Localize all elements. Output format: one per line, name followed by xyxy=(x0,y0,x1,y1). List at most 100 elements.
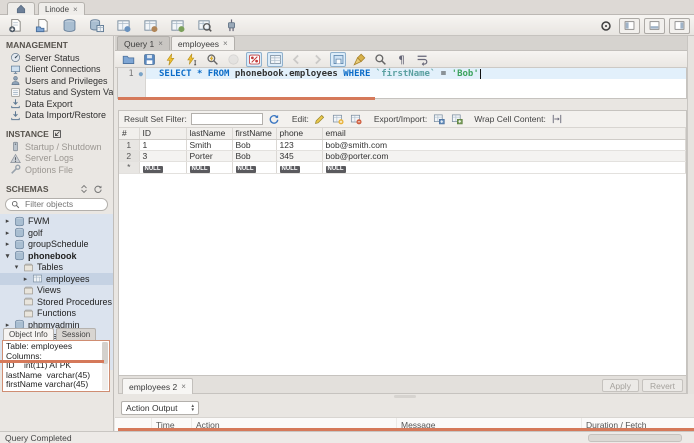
tree-node-fwm[interactable]: ▸ FWM xyxy=(0,216,113,228)
sidebar-item-data-import-restore[interactable]: Data Import/Restore xyxy=(0,110,113,122)
toggle-left-panel-icon[interactable] xyxy=(619,17,640,34)
delete-row-icon[interactable] xyxy=(349,112,364,126)
wrap-text-icon[interactable] xyxy=(414,52,430,67)
query-tab-query-1[interactable]: Query 1 × xyxy=(117,36,170,50)
expand-arrow-icon[interactable]: ▸ xyxy=(4,240,11,248)
collapse-arrow-icon[interactable]: ▾ xyxy=(13,263,20,271)
toggle-bottom-panel-icon[interactable] xyxy=(644,17,665,34)
row-number[interactable]: 2 xyxy=(119,150,140,162)
reconnect-dbms-icon[interactable] xyxy=(222,17,240,34)
tree-node-functions[interactable]: Functions xyxy=(0,308,113,320)
tree-node-golf[interactable]: ▸ golf xyxy=(0,227,113,239)
sidebar-item-users-and-privileges[interactable]: Users and Privileges xyxy=(0,75,113,87)
import-records-icon[interactable] xyxy=(449,112,464,126)
close-icon[interactable]: × xyxy=(181,382,186,391)
search-table-data-icon[interactable] xyxy=(195,17,213,34)
grid-cell[interactable]: NULL xyxy=(186,161,233,174)
stop-icon[interactable] xyxy=(225,52,241,67)
new-view-icon[interactable] xyxy=(114,17,132,34)
home-tab[interactable] xyxy=(7,2,35,15)
expand-arrow-icon[interactable]: ▸ xyxy=(22,275,29,283)
expand-arrow-icon[interactable]: ▸ xyxy=(4,217,11,225)
sidebar-item-server-logs[interactable]: Server Logs xyxy=(0,153,113,165)
tree-node-phonebook[interactable]: ▾ phonebook xyxy=(0,250,113,262)
schema-filter-input[interactable] xyxy=(23,198,102,210)
apply-button[interactable]: Apply xyxy=(601,379,639,392)
execute-icon[interactable] xyxy=(162,52,178,67)
result-set-tab[interactable]: employees 2 × xyxy=(122,378,193,394)
new-schema-icon[interactable] xyxy=(60,17,78,34)
refresh-schemas-icon[interactable] xyxy=(93,184,103,194)
grid-cell[interactable]: Bob xyxy=(232,139,277,151)
grid-cell[interactable]: Porter xyxy=(186,150,233,162)
column-header-firstname[interactable]: firstName xyxy=(232,128,277,140)
grid-cell[interactable]: 1 xyxy=(139,139,187,151)
grid-cell[interactable]: 3 xyxy=(139,150,187,162)
result-filter-input[interactable] xyxy=(190,113,263,125)
grid-cell[interactable]: 345 xyxy=(276,150,323,162)
row-number[interactable]: 1 xyxy=(119,139,140,151)
grid-cell[interactable]: Bob xyxy=(232,150,277,162)
resize-schemas-icon[interactable] xyxy=(79,184,89,194)
step-forward-icon[interactable] xyxy=(309,52,325,67)
save-script-icon[interactable] xyxy=(141,52,157,67)
limit-rows-icon[interactable] xyxy=(267,51,283,67)
tree-node-stored-procedures[interactable]: Stored Procedures xyxy=(0,296,113,308)
column-header-rownum[interactable]: # xyxy=(119,128,140,140)
open-file-icon[interactable] xyxy=(120,52,136,67)
sql-statement-line[interactable]: SELECT * FROM phonebook.employees WHERE … xyxy=(146,68,686,79)
collapse-arrow-icon[interactable]: ▾ xyxy=(4,252,11,260)
revert-button[interactable]: Revert xyxy=(641,379,683,392)
column-header-phone[interactable]: phone xyxy=(276,128,323,140)
output-type-select[interactable]: Action Output ▲ ▼ xyxy=(121,401,199,415)
insert-row-icon[interactable] xyxy=(331,112,346,126)
right-panel-grip[interactable] xyxy=(687,36,694,394)
query-tab-employees[interactable]: employees × xyxy=(170,36,235,50)
toggle-right-panel-icon[interactable] xyxy=(669,17,690,34)
grid-cell[interactable]: NULL xyxy=(139,161,187,174)
execute-current-icon[interactable] xyxy=(183,52,199,67)
tab-object-info[interactable]: Object Info xyxy=(3,328,54,340)
preferences-icon[interactable] xyxy=(597,17,615,34)
tree-node-tables[interactable]: ▾ Tables xyxy=(0,262,113,274)
tree-node-views[interactable]: Views xyxy=(0,285,113,297)
new-table-icon[interactable] xyxy=(87,17,105,34)
column-header-lastname[interactable]: lastName xyxy=(186,128,233,140)
grid-cell[interactable]: bob@porter.com xyxy=(322,150,686,162)
row-number[interactable]: * xyxy=(119,161,140,174)
grid-cell[interactable]: NULL xyxy=(322,161,686,174)
grid-cell[interactable]: 123 xyxy=(276,139,323,151)
sidebar-item-startup-shutdown[interactable]: Startup / Shutdown xyxy=(0,141,113,153)
sql-editor[interactable]: 1 ● SELECT * FROM phonebook.employees WH… xyxy=(117,68,687,99)
sidebar-item-options-file[interactable]: Options File xyxy=(0,164,113,176)
export-recordset-icon[interactable] xyxy=(431,112,446,126)
sidebar-item-server-status[interactable]: Server Status xyxy=(0,52,113,64)
sidebar-item-client-connections[interactable]: Client Connections xyxy=(0,64,113,76)
invisible-chars-icon[interactable] xyxy=(393,52,409,67)
sidebar-item-status-and-system-variables[interactable]: Status and System Variables xyxy=(0,87,113,99)
step-back-icon[interactable] xyxy=(288,52,304,67)
edit-cell-icon[interactable] xyxy=(313,112,328,126)
cleanup-sql-icon[interactable] xyxy=(351,52,367,67)
new-query-tab-icon[interactable] xyxy=(6,17,24,34)
horizontal-scrollbar[interactable] xyxy=(588,434,682,442)
tab-session[interactable]: Session xyxy=(55,328,97,340)
toggle-autocommit-icon[interactable] xyxy=(330,51,346,67)
column-header-email[interactable]: email xyxy=(322,128,686,140)
close-icon[interactable]: × xyxy=(223,39,228,48)
close-icon[interactable]: × xyxy=(158,39,163,48)
column-header-id[interactable]: ID xyxy=(139,128,187,140)
object-info-scrollbar[interactable] xyxy=(102,342,108,390)
tree-node-employees[interactable]: ▸ employees xyxy=(0,273,113,285)
grid-cell[interactable]: bob@smith.com xyxy=(322,139,686,151)
wrap-cell-icon[interactable] xyxy=(550,112,565,126)
tree-node-groupschedule[interactable]: ▸ groupSchedule xyxy=(0,239,113,251)
toggle-stop-on-error-icon[interactable] xyxy=(246,51,262,67)
grid-cell[interactable]: NULL xyxy=(232,161,277,174)
find-icon[interactable] xyxy=(372,52,388,67)
refresh-icon[interactable] xyxy=(267,112,282,126)
connection-tab-linode[interactable]: Linode × xyxy=(38,2,85,15)
grid-cell[interactable]: Smith xyxy=(186,139,233,151)
explain-icon[interactable] xyxy=(204,52,220,67)
new-function-icon[interactable] xyxy=(168,17,186,34)
